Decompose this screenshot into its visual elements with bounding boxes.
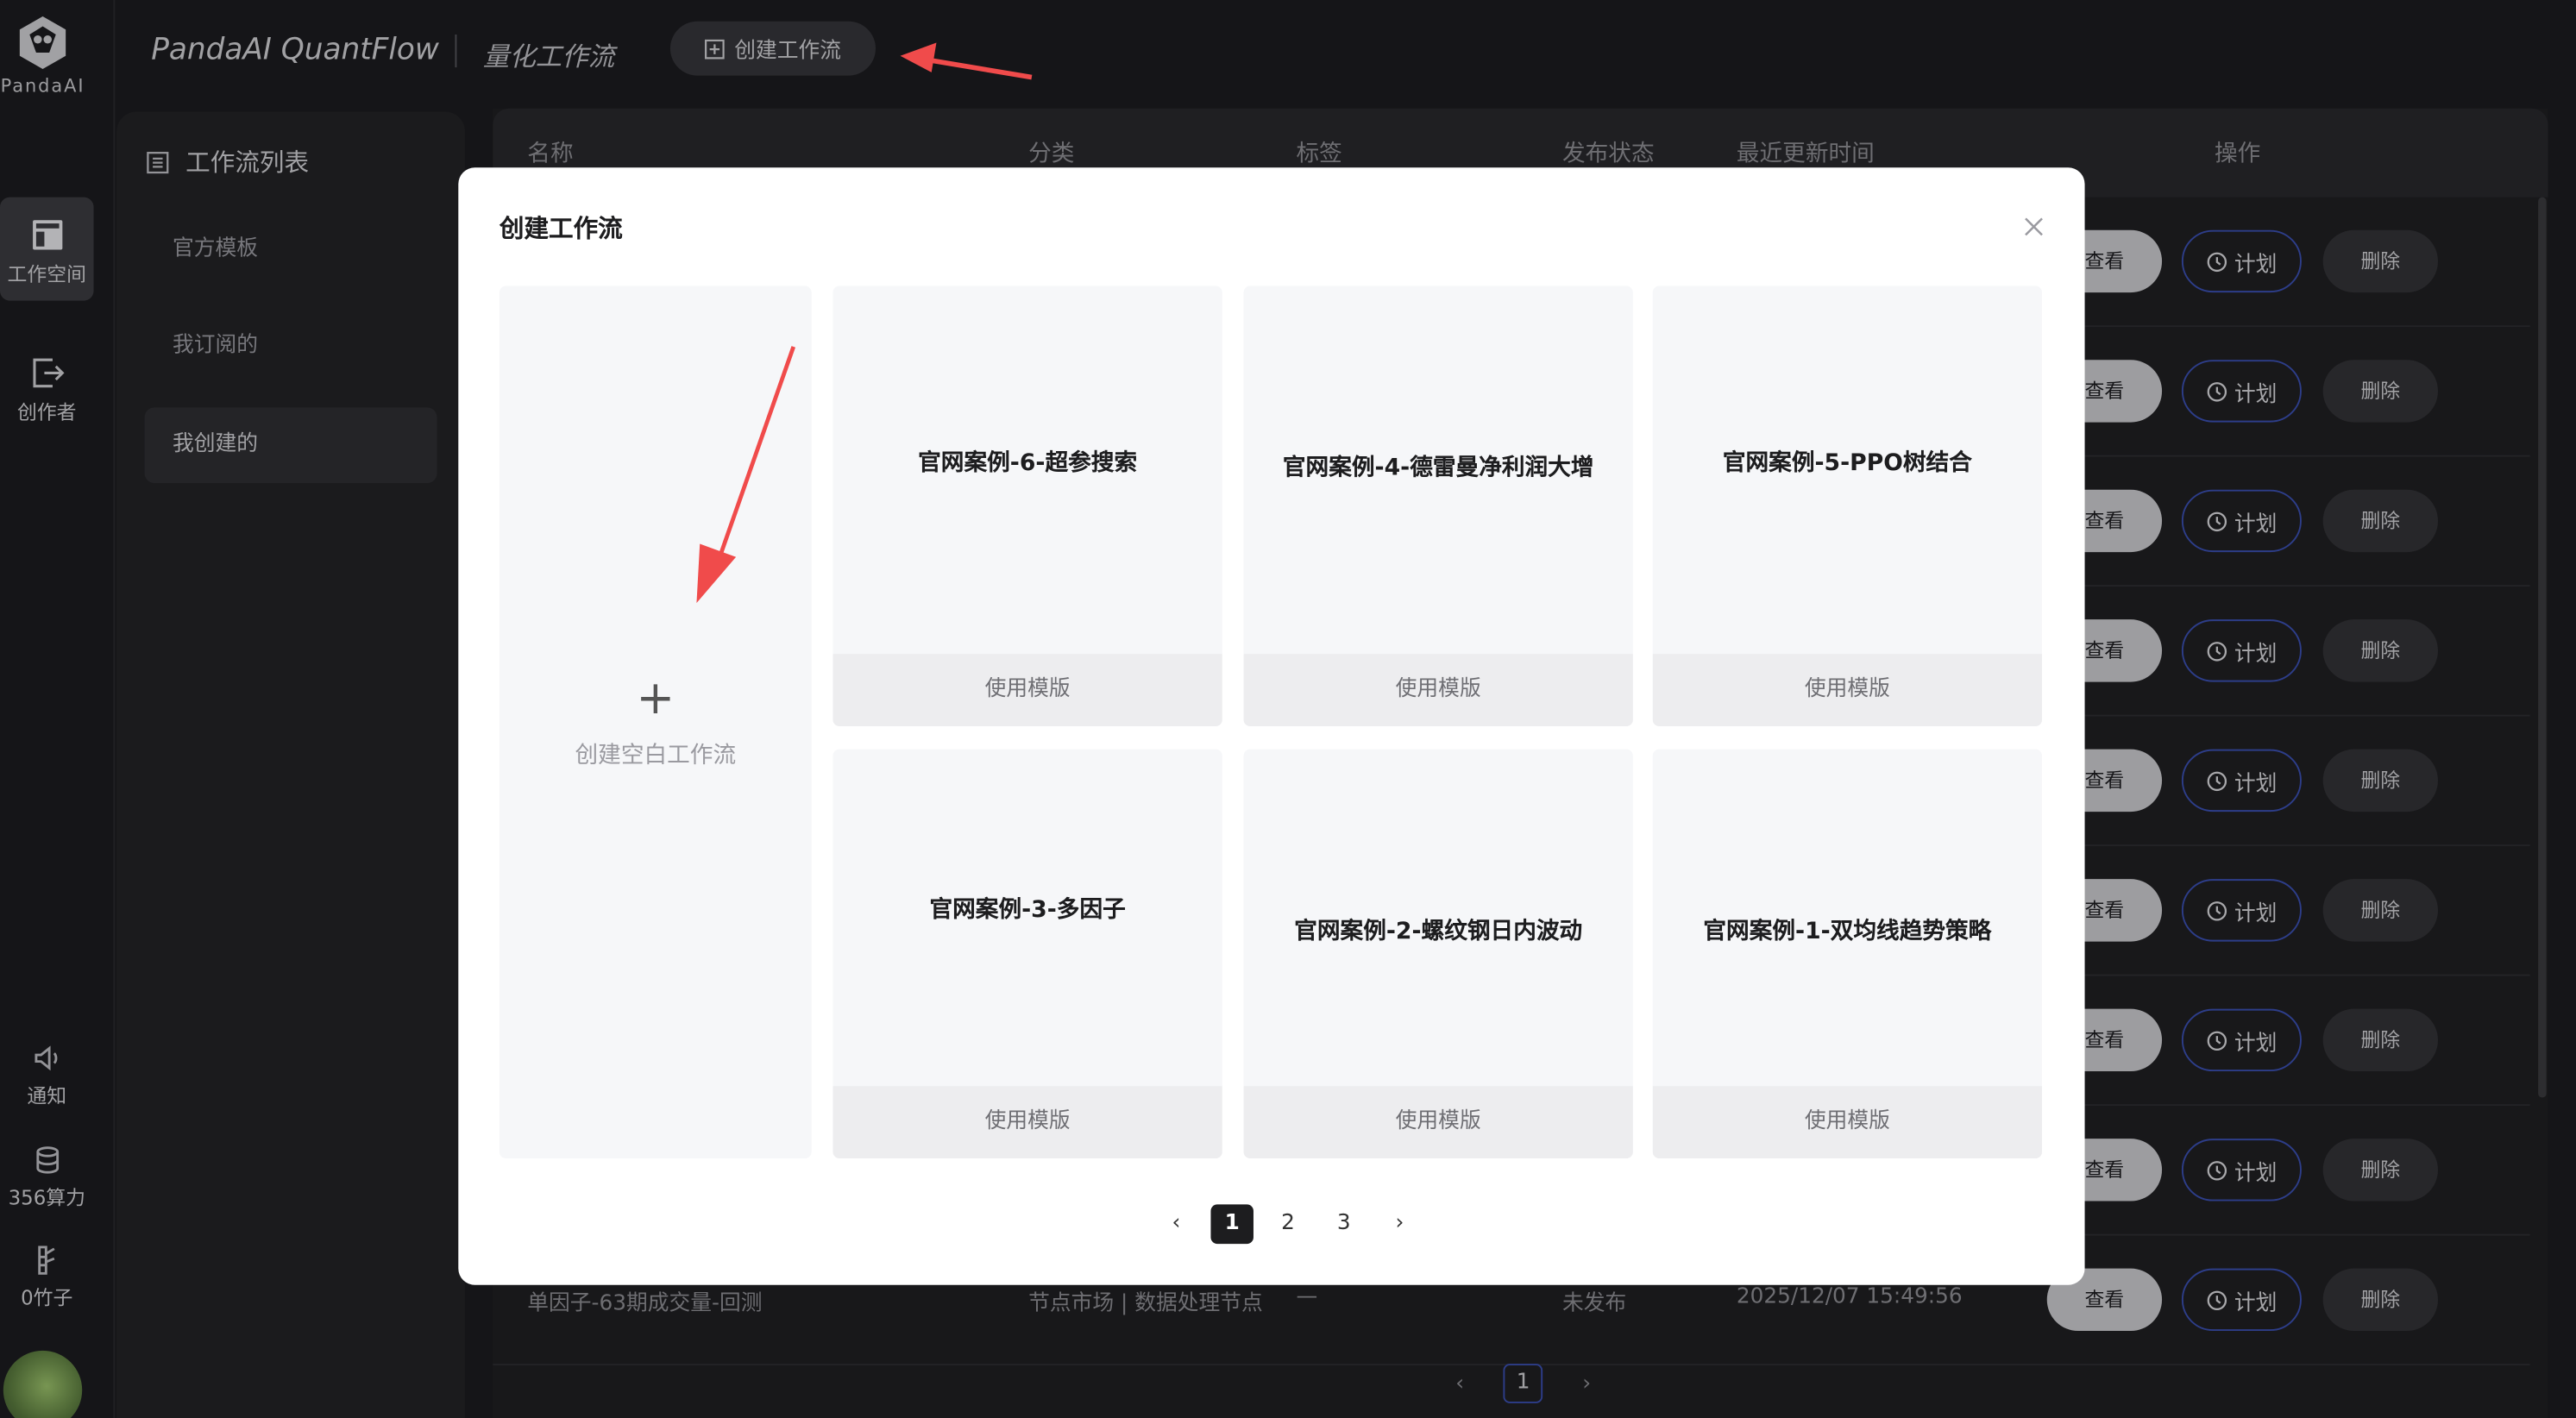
template-name: 官网案例-4-德雷曼净利润大增 xyxy=(1282,455,1594,482)
use-template-button[interactable]: 使用模版 xyxy=(1243,1086,1633,1159)
template-name: 官网案例-5-PPO树结合 xyxy=(1722,449,1972,477)
template-card[interactable]: 官网案例-5-PPO树结合 使用模版 xyxy=(1652,285,2043,727)
template-card[interactable]: 官网案例-1-双均线趋势策略 使用模版 xyxy=(1652,749,2043,1159)
template-name: 官网案例-3-多因子 xyxy=(929,897,1126,924)
template-card[interactable]: 官网案例-2-螺纹钢日内波动 使用模版 xyxy=(1243,749,1633,1159)
template-name: 官网案例-2-螺纹钢日内波动 xyxy=(1294,918,1583,945)
plus-icon: + xyxy=(636,669,675,725)
app-root: PandaAI 工作空间 创作者 通知 356算力 0竹子 PandaAI Qu… xyxy=(0,0,2576,1418)
template-card[interactable]: 官网案例-3-多因子 使用模版 xyxy=(832,749,1222,1159)
page-2[interactable]: 2 xyxy=(1260,1204,1316,1244)
blank-workflow-label: 创建空白工作流 xyxy=(575,742,737,769)
template-name: 官网案例-6-超参搜索 xyxy=(918,449,1138,477)
modal-title: 创建工作流 xyxy=(499,213,623,243)
use-template-button[interactable]: 使用模版 xyxy=(1243,654,1633,727)
use-template-button[interactable]: 使用模版 xyxy=(1652,654,2043,727)
use-template-button[interactable]: 使用模版 xyxy=(832,654,1222,727)
modal-pagination: ‹ 1 2 3 › xyxy=(1148,1204,1428,1245)
use-template-button[interactable]: 使用模版 xyxy=(1652,1086,2043,1159)
template-name: 官网案例-1-双均线趋势策略 xyxy=(1703,918,1992,945)
page-3[interactable]: 3 xyxy=(1316,1204,1372,1244)
prev-page-icon[interactable]: ‹ xyxy=(1148,1204,1204,1244)
template-card[interactable]: 官网案例-4-德雷曼净利润大增 使用模版 xyxy=(1243,285,1633,727)
next-page-icon[interactable]: › xyxy=(1372,1204,1428,1244)
close-icon[interactable] xyxy=(2022,216,2045,239)
use-template-button[interactable]: 使用模版 xyxy=(832,1086,1222,1159)
template-card[interactable]: 官网案例-6-超参搜索 使用模版 xyxy=(832,285,1222,727)
create-workflow-modal: 创建工作流 + 创建空白工作流 官网案例-6-超参搜索 使用模版 官网案例-4-… xyxy=(458,167,2085,1285)
create-blank-workflow-card[interactable]: + 创建空白工作流 xyxy=(499,285,812,1159)
page-1[interactable]: 1 xyxy=(1210,1204,1253,1245)
